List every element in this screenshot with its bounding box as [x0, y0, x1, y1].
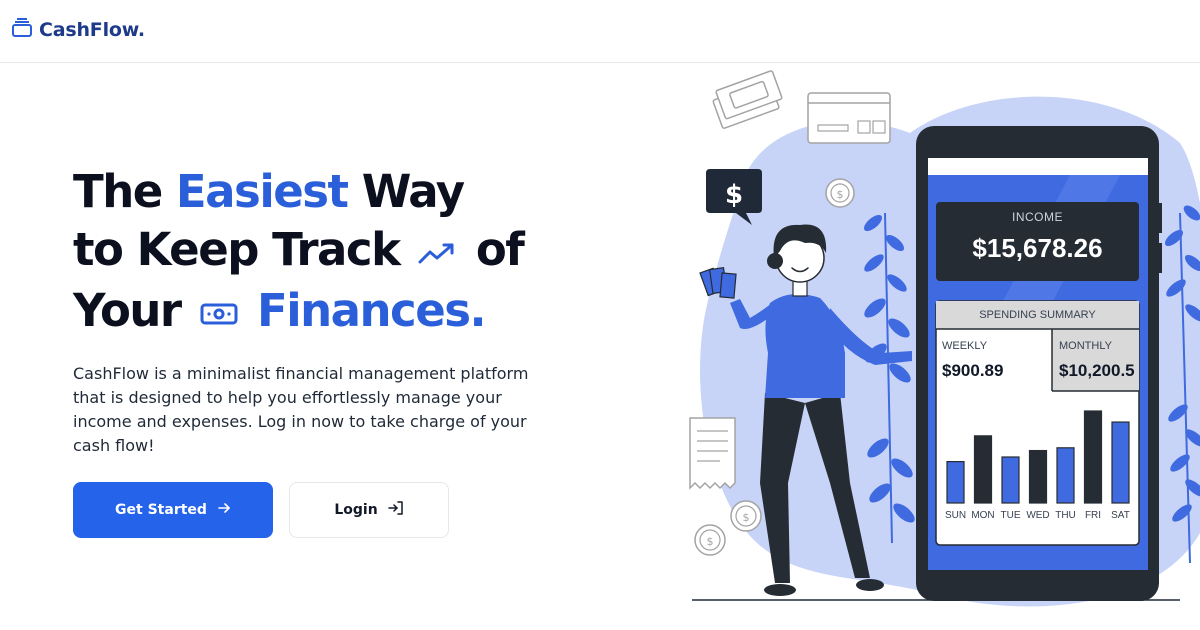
- bar-fri: [1083, 410, 1103, 504]
- bar-sat: [1111, 421, 1130, 504]
- day-label-mon: MON: [971, 510, 995, 521]
- title-text: to Keep Track: [73, 223, 401, 276]
- day-label-tue: TUE: [1000, 510, 1021, 521]
- monthly-label: MONTHLY: [1059, 340, 1112, 352]
- bar-thu: [1056, 447, 1075, 504]
- login-label: Login: [334, 502, 378, 518]
- title-text: The: [73, 165, 176, 218]
- monthly-value: $10,200.5: [1059, 361, 1135, 380]
- get-started-button[interactable]: Get Started: [73, 482, 273, 538]
- wallet-icon: [11, 17, 33, 43]
- cash-icon: [712, 70, 783, 129]
- title-accent-finances: Finances.: [256, 284, 487, 337]
- hero-illustration: $ $ $ $ INCOME $15,678.26 SPENDING SUMMA…: [680, 63, 1200, 630]
- coin-icon: $: [694, 524, 726, 556]
- get-started-label: Get Started: [115, 502, 207, 518]
- credit-card-icon: [807, 92, 891, 144]
- navbar: CashFlow.: [0, 0, 1200, 63]
- income-value: $15,678.26: [972, 233, 1103, 263]
- title-text: Your: [73, 284, 182, 337]
- day-label-sun: SUN: [944, 510, 967, 521]
- brand-name: CashFlow.: [39, 19, 145, 41]
- svg-text:$: $: [837, 188, 844, 201]
- coin-icon: $: [730, 500, 762, 532]
- login-icon: [387, 500, 404, 520]
- weekly-value: $900.89: [942, 361, 1004, 380]
- bar-tue: [1001, 456, 1020, 504]
- title-accent-easiest: Easiest: [175, 165, 349, 218]
- hero-description: CashFlow is a minimalist financial manag…: [73, 364, 529, 455]
- title-text: Way: [347, 165, 465, 218]
- day-label-thu: THU: [1055, 510, 1076, 521]
- arrow-right-icon: [217, 501, 231, 519]
- hero-title: The Easiest Way to Keep Track of Your Fi…: [73, 163, 613, 343]
- day-label-wed: WED: [1026, 510, 1050, 521]
- day-label-sat: SAT: [1111, 510, 1130, 521]
- svg-text:$: $: [707, 535, 714, 548]
- svg-text:$: $: [743, 511, 750, 524]
- coin-icon: $: [825, 178, 855, 208]
- income-label: INCOME: [1012, 210, 1063, 224]
- brand-logo[interactable]: CashFlow.: [11, 17, 145, 43]
- bar-mon: [973, 435, 993, 504]
- weekly-label: WEEKLY: [942, 340, 988, 352]
- title-text: of: [475, 223, 525, 276]
- spending-summary-title: SPENDING SUMMARY: [979, 309, 1096, 321]
- login-button[interactable]: Login: [289, 482, 449, 538]
- svg-text:$: $: [725, 180, 743, 210]
- bar-sun: [946, 461, 965, 504]
- trend-up-icon: [418, 224, 458, 282]
- money-icon: [199, 285, 239, 343]
- day-label-fri: FRI: [1084, 510, 1102, 521]
- receipt-icon: [689, 417, 736, 490]
- bar-wed: [1028, 449, 1048, 504]
